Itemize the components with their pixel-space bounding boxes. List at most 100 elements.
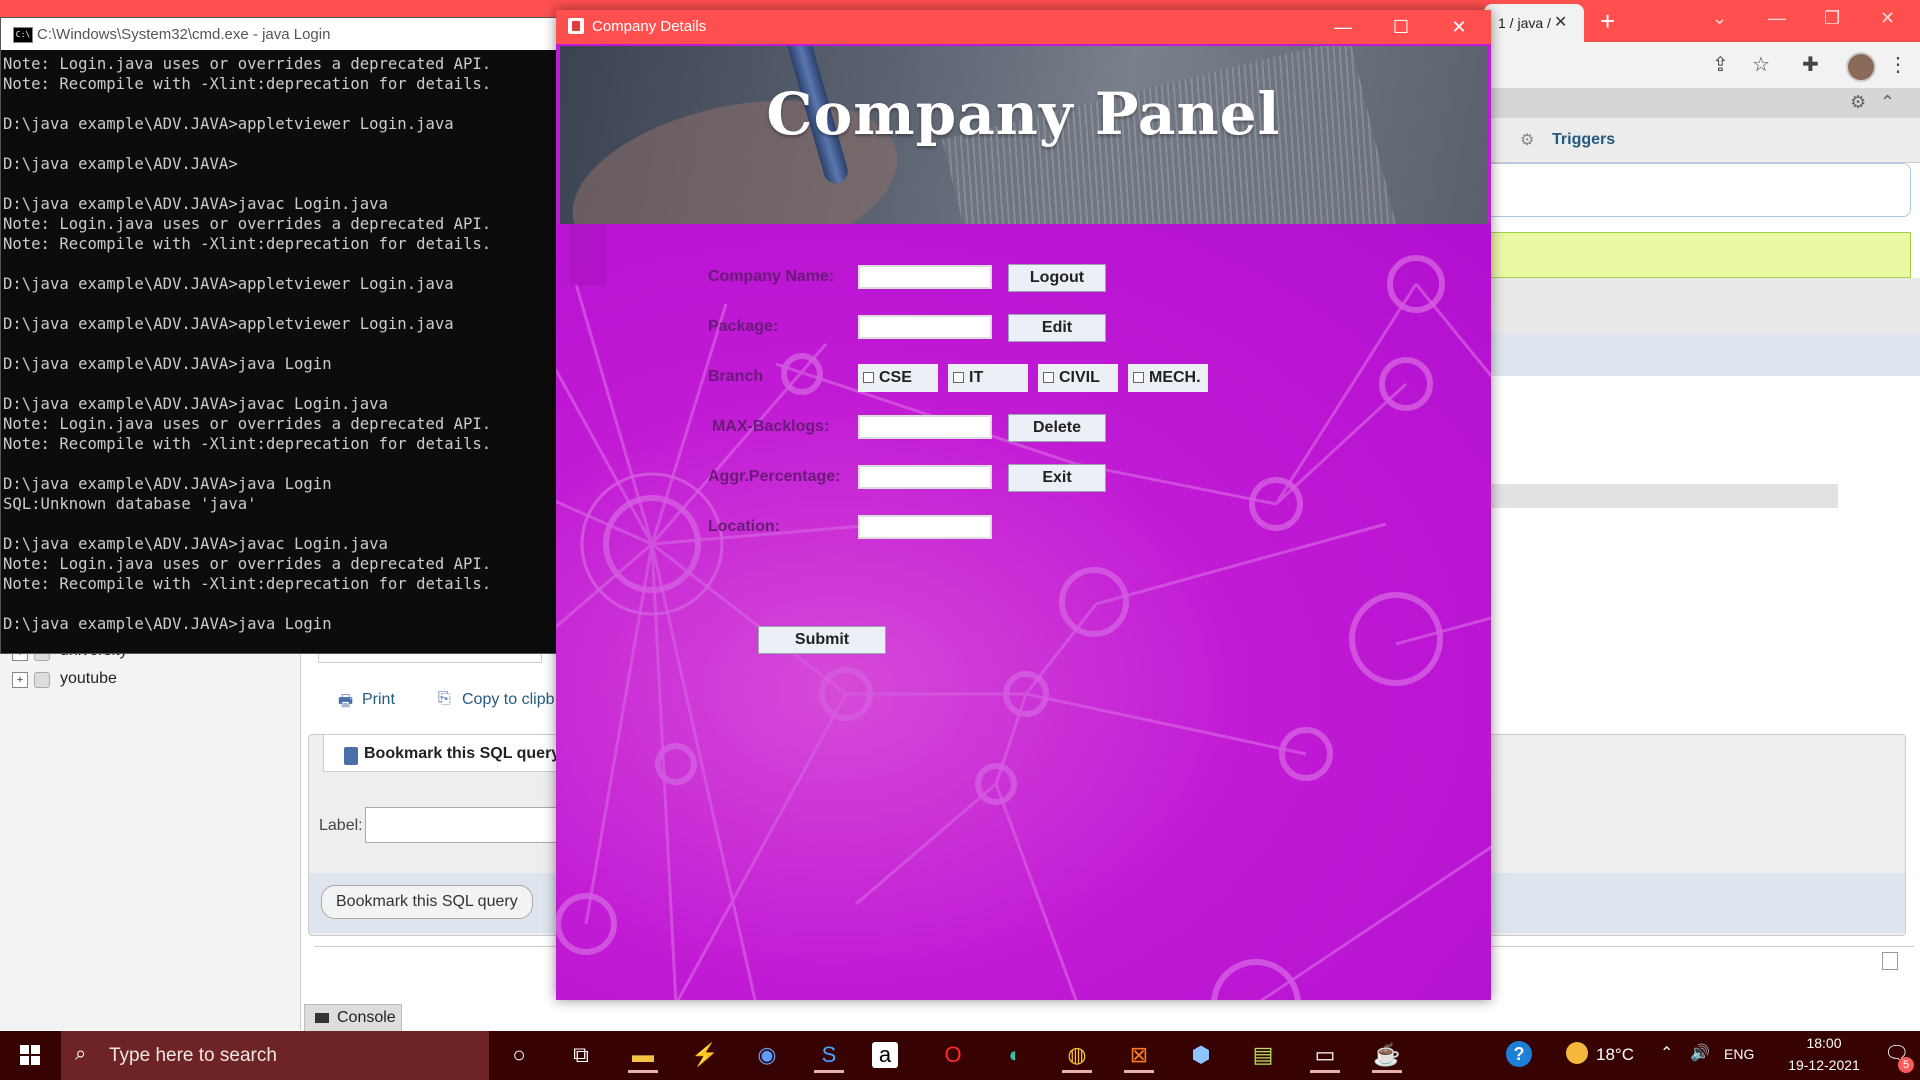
bookmark-title: Bookmark this SQL query (364, 745, 561, 762)
delete-button[interactable]: Delete (1008, 414, 1106, 442)
window-icon[interactable] (1882, 952, 1898, 970)
task-view-icon[interactable]: ⧉ (562, 1037, 600, 1073)
taskbar-search-box[interactable]: ⌕ Type here to search (61, 1031, 489, 1080)
close-icon[interactable]: ✕ (1430, 10, 1488, 44)
restore-icon[interactable]: ❐ (1824, 8, 1840, 29)
pma-result-row (1484, 334, 1920, 376)
opera-icon[interactable]: O (934, 1037, 972, 1073)
branch-checkbox-mech[interactable]: MECH. (1128, 364, 1208, 392)
cmd-titlebar[interactable]: C:\ C:\Windows\System32\cmd.exe - java L… (1, 18, 558, 50)
edge-icon[interactable]: ◐ (996, 1037, 1034, 1073)
xampp-icon[interactable]: ⊠ (1120, 1037, 1158, 1073)
share-icon[interactable]: ⇪ (1712, 52, 1729, 77)
package-label: Package: (708, 318, 779, 335)
weather-icon[interactable] (1566, 1042, 1588, 1064)
company-details-window[interactable]: Company Details — ☐ ✕ Company Panel Comp… (556, 10, 1491, 1000)
max-backlogs-input[interactable] (858, 415, 992, 439)
bookmark-query-button[interactable]: Bookmark this SQL query (321, 885, 533, 919)
company-name-label: Company Name: (708, 268, 835, 285)
avatar[interactable] (1846, 52, 1876, 82)
edit-button[interactable]: Edit (1008, 314, 1106, 342)
close-tab-icon[interactable]: ✕ (1554, 12, 1567, 32)
taskbar: ⌕ Type here to search ○ ⧉ ▬ ⚡ ◉ S a O ◐ … (0, 1031, 1920, 1080)
submit-button[interactable]: Submit (758, 626, 886, 654)
close-icon[interactable]: ✕ (1880, 8, 1895, 29)
terminal-icon: C:\ (13, 27, 33, 43)
browser-tab[interactable]: 1 / java / ✕ (1484, 4, 1584, 42)
chrome-icon[interactable]: ◍ (1058, 1037, 1096, 1073)
extensions-icon[interactable]: ✚ (1802, 52, 1819, 77)
new-tab-icon[interactable]: + (1600, 6, 1615, 37)
bookmark-icon (344, 747, 358, 765)
bookmark-label-text: Label: (319, 817, 363, 834)
max-backlogs-label: MAX-Backlogs: (712, 418, 830, 435)
clock-date[interactable]: 19-12-2021 (1782, 1057, 1866, 1073)
checkbox-box[interactable] (953, 372, 964, 383)
cmd-output-text: Note: Login.java uses or overrides a dep… (3, 55, 492, 633)
file-explorer-icon[interactable]: ▬ (624, 1037, 662, 1073)
cmd-window[interactable]: C:\ C:\Windows\System32\cmd.exe - java L… (0, 17, 559, 654)
language-indicator[interactable]: ENG (1724, 1046, 1754, 1062)
branch-checkbox-it[interactable]: IT (948, 364, 1028, 392)
branch-checkbox-cse[interactable]: CSE (858, 364, 938, 392)
star-icon[interactable]: ☆ (1752, 52, 1770, 77)
database-icon (34, 672, 50, 688)
vscode-like-icon[interactable]: S (810, 1037, 848, 1073)
branch-checkbox-civil[interactable]: CIVIL (1038, 364, 1118, 392)
page-title: Company Panel (766, 80, 1281, 148)
cmd-output[interactable]: Note: Login.java uses or overrides a dep… (3, 54, 555, 648)
pma-success-message (1484, 232, 1911, 278)
volume-icon[interactable]: 🔊 (1690, 1043, 1710, 1063)
checkbox-box[interactable] (863, 372, 874, 383)
temperature[interactable]: 18°C (1596, 1045, 1634, 1065)
minimize-icon[interactable]: — (1314, 10, 1372, 44)
expand-icon[interactable]: + (12, 672, 28, 688)
clock-time[interactable]: 18:00 (1782, 1035, 1866, 1051)
cortana-icon[interactable]: ○ (500, 1037, 538, 1073)
browser-toolbar: ⇪ ☆ ✚ ⋮ (1484, 42, 1920, 88)
chromium-icon[interactable]: ◉ (748, 1037, 786, 1073)
console-icon (315, 1013, 329, 1023)
company-name-input[interactable] (858, 265, 992, 289)
gear-icon[interactable]: ⚙ (1850, 92, 1866, 113)
company-window-title: Company Details (592, 18, 707, 35)
maximize-icon[interactable]: ☐ (1372, 10, 1430, 44)
branch-label-cse: CSE (879, 369, 912, 386)
location-input[interactable] (858, 515, 992, 539)
branch-label-it: IT (969, 369, 984, 386)
package-input[interactable] (858, 315, 992, 339)
amazon-icon[interactable]: a (872, 1042, 898, 1068)
minimize-icon[interactable]: — (1768, 8, 1786, 29)
tree-item-youtube[interactable]: youtube (60, 670, 117, 688)
navigation-tree: + university + youtube (0, 640, 301, 1030)
copy-to-clipboard-link[interactable]: Copy to clipb (462, 691, 555, 709)
tab-triggers[interactable]: Triggers (1552, 131, 1615, 149)
exit-button[interactable]: Exit (1008, 464, 1106, 492)
collapse-icon[interactable]: ⌃ (1880, 92, 1895, 113)
logout-button[interactable]: Logout (1008, 264, 1106, 292)
copy-icon[interactable]: ⎘ (438, 690, 451, 708)
company-window-titlebar[interactable]: Company Details — ☐ ✕ (556, 10, 1491, 44)
more-options-icon[interactable]: ⋮ (1888, 52, 1908, 77)
virtualbox-icon[interactable]: ⬢ (1182, 1037, 1220, 1073)
help-icon[interactable]: ? (1506, 1041, 1532, 1067)
java-icon[interactable]: ☕ (1368, 1037, 1406, 1073)
pma-top-strip: ⚙ ⌃ (1484, 88, 1920, 118)
triggers-icon: ⚙ (1520, 132, 1535, 149)
checkbox-box[interactable] (1133, 372, 1144, 383)
console-tab[interactable]: Console (304, 1004, 402, 1032)
sublime-icon[interactable]: ⚡ (686, 1037, 724, 1073)
print-link[interactable]: Print (362, 691, 395, 709)
chevron-up-icon[interactable]: ⌃ (1660, 1043, 1673, 1063)
horizontal-scrollbar[interactable] (1484, 484, 1838, 508)
windows-start-icon[interactable] (0, 1031, 60, 1080)
chevron-down-icon[interactable]: ⌄ (1712, 8, 1727, 29)
cmd-icon[interactable]: ▭ (1306, 1037, 1344, 1073)
print-icon[interactable]: 🖶 (338, 690, 353, 717)
notepad-icon[interactable]: ▤ (1244, 1037, 1282, 1073)
system-tray: ? 18°C ⌃ 🔊 ENG 18:00 19-12-2021 🗨 5 (1500, 1031, 1920, 1080)
search-placeholder: Type here to search (109, 1045, 277, 1066)
pma-query-box (1484, 163, 1911, 217)
checkbox-box[interactable] (1043, 372, 1054, 383)
aggr-percentage-input[interactable] (858, 465, 992, 489)
